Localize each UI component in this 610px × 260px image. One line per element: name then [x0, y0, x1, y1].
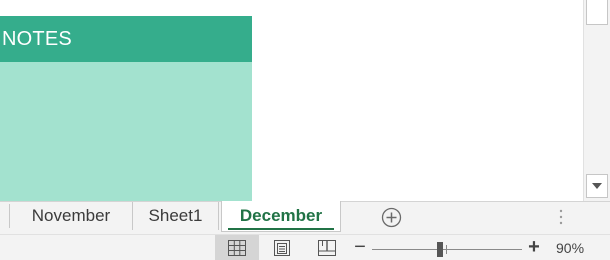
zoom-slider-thumb[interactable]: [437, 242, 443, 257]
tab-splitter-handle[interactable]: [557, 208, 565, 226]
zoom-slider-track[interactable]: [372, 249, 522, 250]
new-sheet-button[interactable]: [381, 207, 402, 228]
vertical-scrollbar-thumb[interactable]: [586, 0, 608, 25]
tab-november[interactable]: November: [10, 202, 133, 230]
plus-circle-icon: [381, 207, 402, 228]
status-bar: − + 90%: [0, 234, 610, 260]
sheet-tab-strip: November Sheet1 December: [0, 201, 610, 234]
vertical-scrollbar[interactable]: [583, 0, 610, 201]
notes-body[interactable]: [0, 62, 252, 201]
notes-header: NOTES: [0, 16, 252, 62]
scroll-down-button[interactable]: [586, 174, 608, 198]
zoom-in-button[interactable]: +: [525, 237, 543, 257]
vertical-dots-icon: [559, 209, 563, 225]
worksheet-grid[interactable]: NOTES: [0, 0, 583, 201]
page-break-preview-icon: [318, 240, 336, 256]
zoom-level[interactable]: 90%: [556, 240, 584, 256]
tab-sheet1[interactable]: Sheet1: [133, 202, 219, 230]
page-layout-view-icon: [274, 240, 290, 256]
chevron-down-icon: [592, 183, 602, 189]
page-layout-view-button[interactable]: [260, 235, 304, 260]
page-break-preview-button[interactable]: [305, 235, 349, 260]
normal-view-icon: [228, 240, 246, 256]
zoom-out-button[interactable]: −: [352, 237, 368, 257]
normal-view-button[interactable]: [215, 235, 259, 260]
zoom-slider-center-tick: [446, 245, 447, 254]
tab-december[interactable]: December: [221, 201, 341, 232]
